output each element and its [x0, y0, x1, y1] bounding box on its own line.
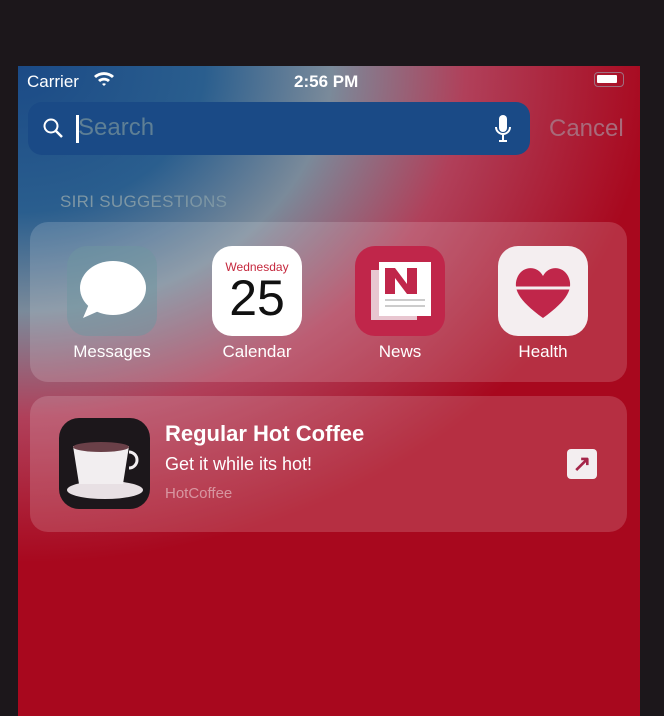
clock: 2:56 PM	[294, 72, 359, 91]
shortcut-app-name: HotCoffee	[165, 485, 233, 502]
search-icon	[43, 118, 63, 138]
cancel-button[interactable]: Cancel	[549, 115, 624, 143]
calendar-icon: Wednesday 25	[212, 246, 302, 336]
open-shortcut-button[interactable]: ↗	[567, 449, 597, 479]
shortcut-title: Regular Hot Coffee	[165, 421, 365, 446]
messages-icon	[67, 246, 157, 336]
search-placeholder: Search	[78, 114, 155, 141]
app-label: News	[378, 342, 422, 361]
wifi-icon	[94, 72, 114, 86]
search-input[interactable]: Search	[28, 102, 530, 155]
news-icon	[355, 246, 445, 336]
carrier-label: Carrier	[27, 72, 79, 91]
siri-suggestions-header: SIRI SUGGESTIONS	[60, 192, 228, 211]
shortcut-card[interactable]: Regular Hot Coffee Get it while its hot!…	[30, 396, 627, 532]
search-screen: Carrier 2:56 PM Search Cancel SIRI SUGGE…	[18, 66, 640, 716]
calendar-day: 25	[229, 270, 285, 326]
app-label: Health	[518, 342, 568, 361]
app-label: Calendar	[222, 342, 292, 361]
health-icon	[498, 246, 588, 336]
arrow-up-right-icon: ↗	[572, 451, 592, 476]
hotcoffee-app-icon	[59, 418, 150, 509]
app-label: Messages	[73, 342, 151, 361]
microphone-icon[interactable]	[494, 114, 512, 144]
shortcut-subtitle: Get it while its hot!	[165, 454, 313, 474]
battery-icon	[594, 72, 624, 87]
siri-apps-card: Messages Wednesday 25 Calendar News Heal…	[30, 222, 627, 382]
